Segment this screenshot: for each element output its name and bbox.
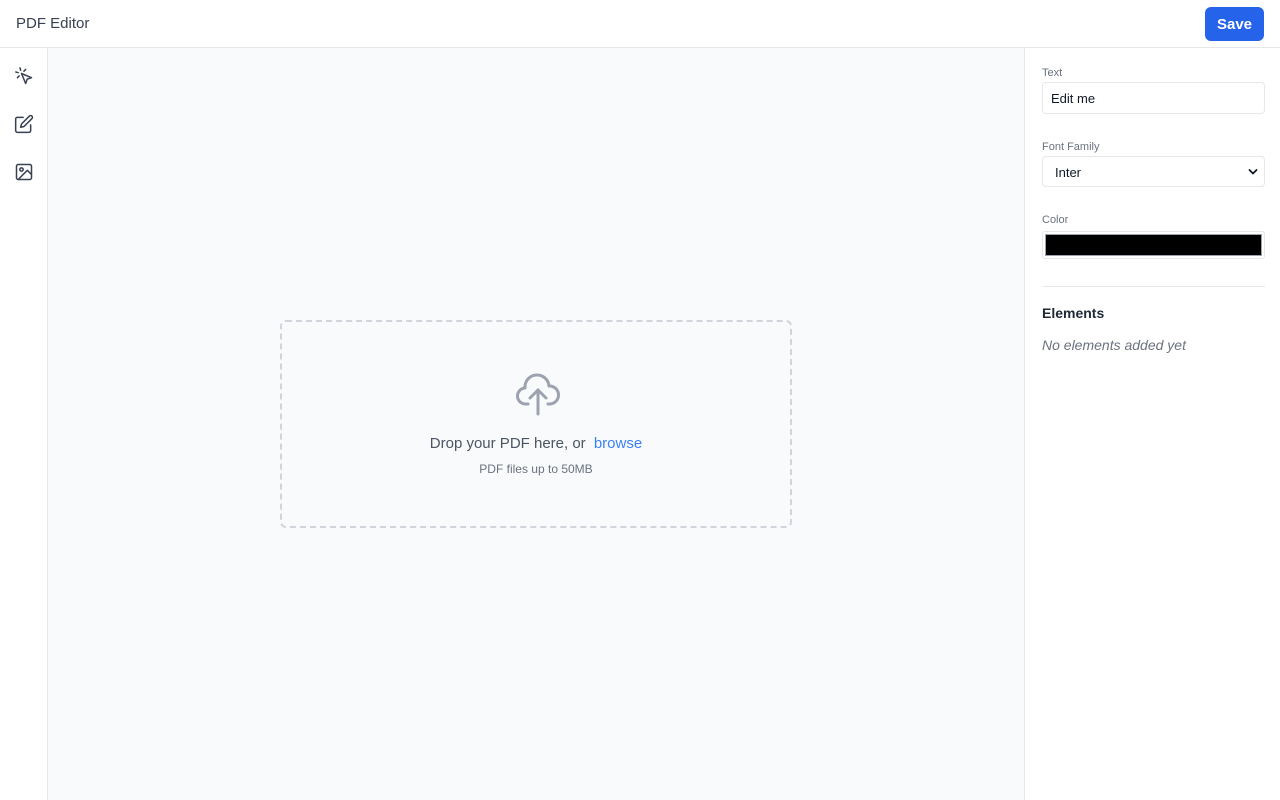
file-size-hint: PDF files up to 50MB	[479, 462, 593, 476]
tool-sidebar	[0, 48, 48, 800]
image-tool-button[interactable]	[8, 156, 40, 188]
text-field-label: Text	[1042, 67, 1063, 79]
cursor-click-icon	[15, 67, 33, 85]
save-button[interactable]: Save	[1205, 7, 1264, 41]
text-tool-button[interactable]	[8, 108, 40, 140]
pdf-dropzone[interactable]: Drop your PDF here, or browse PDF files …	[280, 320, 792, 528]
drop-prompt-text: Drop your PDF here, or	[429, 435, 586, 452]
browse-link[interactable]: browse	[594, 435, 642, 452]
color-swatch	[1045, 234, 1262, 256]
pdf-canvas: Drop your PDF here, or browse PDF files …	[48, 48, 1024, 800]
app-title: PDF Editor	[16, 15, 90, 32]
app-header: PDF Editor Save	[0, 0, 1280, 48]
image-icon	[15, 163, 33, 181]
panel-divider	[1042, 286, 1265, 287]
text-input[interactable]	[1042, 82, 1265, 114]
elements-heading: Elements	[1042, 305, 1105, 321]
font-family-label: Font Family	[1042, 141, 1100, 153]
color-label: Color	[1042, 214, 1069, 226]
font-family-select[interactable]: Inter	[1042, 156, 1265, 187]
elements-empty-state: No elements added yet	[1042, 337, 1186, 353]
drop-prompt: Drop your PDF here, or browse	[282, 435, 790, 452]
font-family-value: Inter	[1055, 165, 1082, 180]
edit-icon	[14, 114, 34, 134]
chevron-down-icon	[1248, 169, 1258, 175]
properties-panel: Text Font Family Inter Color Elements No…	[1024, 48, 1280, 800]
select-tool-button[interactable]	[8, 60, 40, 92]
cloud-upload-icon	[516, 373, 560, 416]
color-picker[interactable]	[1042, 231, 1265, 259]
